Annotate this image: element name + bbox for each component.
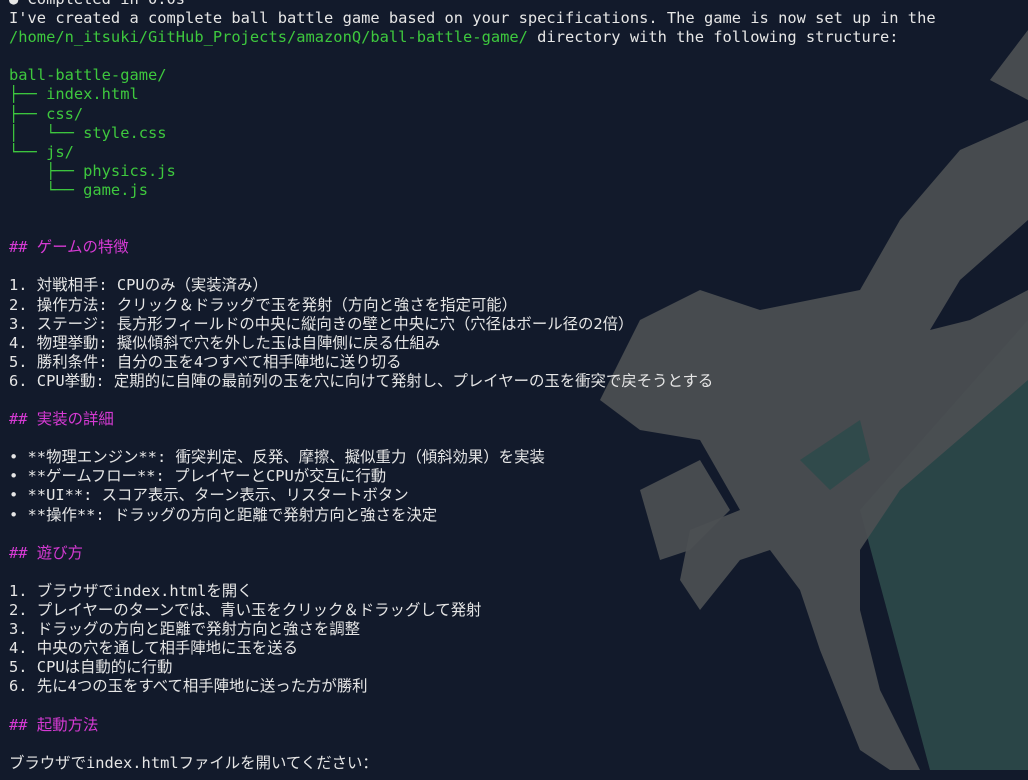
list-item: 1. ブラウザでindex.htmlを開く	[9, 581, 253, 600]
project-path: /home/n_itsuki/GitHub_Projects/amazonQ/b…	[9, 28, 528, 47]
intro-line-2-rest: directory with the following structure:	[527, 28, 899, 47]
list-item: • **物理エンジン**: 衝突判定、反発、摩擦、擬似重力（傾斜効果）を実装	[9, 448, 545, 467]
list-item: 4. 物理挙動: 擬似傾斜で穴を外した玉は自陣側に戻る仕組み	[9, 333, 441, 352]
list-item: 4. 中央の穴を通して相手陣地に玉を送る	[9, 639, 298, 658]
intro-line-2: /home/n_itsuki/GitHub_Projects/amazonQ/b…	[9, 28, 1028, 47]
tree-line: └── js/	[9, 142, 74, 161]
directory-tree: ball-battle-game/ ├── index.html ├── css…	[9, 66, 1028, 200]
list-item: • **ゲームフロー**: プレイヤーとCPUが交互に行動	[9, 467, 387, 486]
section-heading-features: ## ゲームの特徴	[9, 238, 129, 257]
list-item: 1. 対戦相手: CPUのみ（実装済み）	[9, 276, 268, 295]
tree-line: ├── css/	[9, 104, 84, 123]
list-item: 2. プレイヤーのターンでは、青い玉をクリック＆ドラッグして発射	[9, 601, 482, 619]
terminal-output: ● Completed in 0.0s I've created a compl…	[0, 0, 1028, 773]
list-item: 6. CPU挙動: 定期的に自陣の最前列の玉を穴に向けて発射し、プレイヤーの玉を…	[9, 371, 714, 390]
section-heading-implementation: ## 実装の詳細	[9, 410, 114, 429]
section-heading-launch: ## 起動方法	[9, 715, 99, 734]
tree-line: ├── physics.js	[9, 161, 176, 180]
status-line: ● Completed in 0.0s	[9, 0, 1028, 9]
tree-line: ├── index.html	[9, 85, 139, 104]
list-item: • **操作**: ドラッグの方向と距離で発射方向と強さを決定	[9, 505, 438, 524]
list-item: 3. ステージ: 長方形フィールドの中央に縦向きの壁と中央に穴（穴径はボール径の…	[9, 314, 634, 333]
list-item: ブラウザでindex.htmlファイルを開いてください：	[9, 753, 378, 772]
list-item: 5. CPUは自動的に行動	[9, 658, 173, 677]
tree-line: └── game.js	[9, 180, 148, 199]
intro-line-1: I've created a complete ball battle game…	[9, 9, 936, 28]
list-item: • **UI**: スコア表示、ターン表示、リスタートボタン	[9, 486, 409, 505]
list-item: 5. 勝利条件: 自分の玉を4つすべて相手陣地に送り切る	[9, 352, 402, 371]
section-heading-how-to-play: ## 遊び方	[9, 543, 83, 562]
tree-line: │ └── style.css	[9, 123, 167, 142]
list-item: 2. 操作方法: クリック＆ドラッグで玉を発射（方向と強さを指定可能）	[9, 295, 518, 314]
list-item: 3. ドラッグの方向と距離で発射方向と強さを調整	[9, 620, 361, 639]
list-item: 6. 先に4つの玉をすべて相手陣地に送った方が勝利	[9, 677, 368, 696]
tree-line: ball-battle-game/	[9, 66, 167, 85]
